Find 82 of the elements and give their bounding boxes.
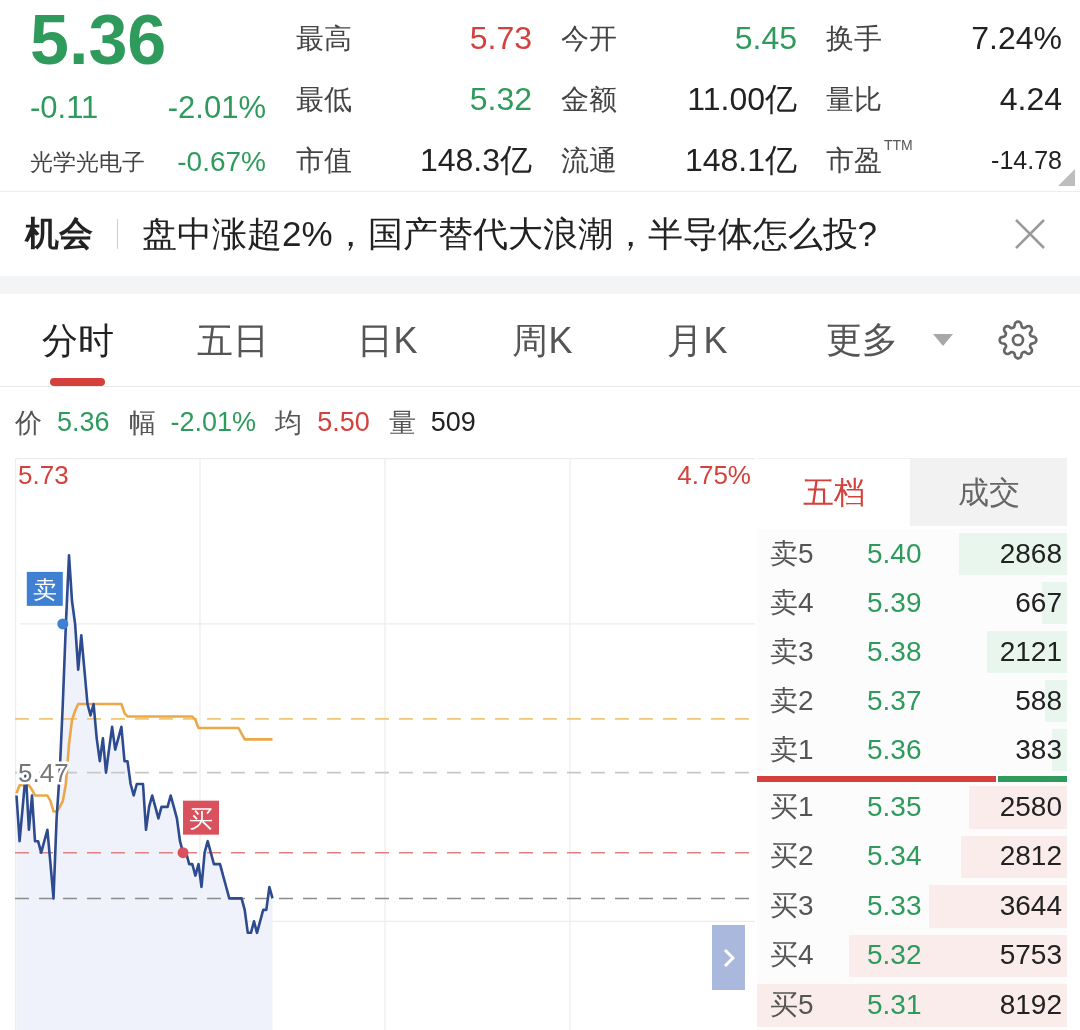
more-button[interactable]: 更多 <box>826 294 953 386</box>
order-price: 5.34 <box>867 840 922 873</box>
stat-value: 4.24 <box>999 81 1062 118</box>
level-label: 卖2 <box>769 683 815 718</box>
readout-value: -2.01% <box>170 407 257 438</box>
order-volume: 5753 <box>999 939 1063 972</box>
series-label: 买 <box>189 804 214 832</box>
stat-label: 今开 <box>561 21 617 56</box>
order-volume: 667 <box>1015 586 1063 619</box>
order-price: 5.31 <box>867 988 922 1021</box>
level-label: 买2 <box>769 839 815 874</box>
readout-label: 幅 <box>128 406 156 440</box>
period-tab[interactable]: 周K <box>465 294 620 386</box>
stat-value: 5.32 <box>469 81 532 118</box>
last-price: 5.36 <box>30 8 167 72</box>
order-volume: 3644 <box>999 889 1063 922</box>
level-label: 卖3 <box>769 634 815 669</box>
level-label: 买4 <box>769 938 815 973</box>
stat-label: 金额 <box>561 82 617 117</box>
close-icon[interactable] <box>1015 219 1045 249</box>
order-price: 5.32 <box>867 939 922 972</box>
level-label: 买3 <box>769 888 815 923</box>
level-label: 卖5 <box>769 536 815 571</box>
corner-triangle-icon <box>1058 169 1075 186</box>
level-label: 买1 <box>769 789 815 824</box>
order-volume: 2121 <box>999 635 1063 668</box>
order-price: 5.33 <box>867 889 922 922</box>
headline-link[interactable]: 盘中涨超2%，国产替代大浪潮，半导体怎么投? <box>142 210 878 258</box>
order-volume: 2812 <box>999 840 1063 873</box>
stat-label: 最高 <box>296 21 352 56</box>
sector-change: -0.67% <box>177 146 266 178</box>
stat-label: 量比 <box>826 82 882 117</box>
period-tab[interactable]: 日K <box>310 294 465 386</box>
stat-value: 5.73 <box>469 20 532 57</box>
opportunity-tag: 机会 <box>25 211 93 257</box>
stat-label: 流通 <box>561 143 617 178</box>
stat-value: 148.3亿 <box>419 140 532 180</box>
period-tab[interactable]: 五日 <box>155 294 310 386</box>
period-tab[interactable]: 分时 <box>0 294 155 386</box>
order-volume: 383 <box>1015 733 1063 766</box>
settings-icon[interactable] <box>998 320 1038 360</box>
readout-value: 5.50 <box>317 407 370 438</box>
readout-value: 5.36 <box>57 407 110 438</box>
price-change: -0.11 <box>30 90 99 126</box>
level-label: 卖4 <box>769 585 815 620</box>
stat-value: 148.1亿 <box>684 140 797 180</box>
sector-name: 光学光电子 <box>30 147 145 177</box>
order-price: 5.35 <box>867 790 922 823</box>
order-price: 5.37 <box>867 684 922 717</box>
stat-label: 换手 <box>826 21 882 56</box>
stat-value: 11.00亿 <box>687 79 797 119</box>
order-volume: 588 <box>1015 684 1063 717</box>
series-label: 卖 <box>32 575 57 603</box>
stat-label: 最低 <box>296 82 352 117</box>
order-price: 5.39 <box>867 586 922 619</box>
stat-value: 5.45 <box>734 20 797 57</box>
trade-flag: 买 <box>183 800 220 835</box>
percent-axis-label: 4.75% <box>677 460 751 491</box>
order-book-tab[interactable]: 成交 <box>910 459 1067 526</box>
axis-label: 5.73 <box>18 460 69 491</box>
order-volume: 2580 <box>999 790 1063 823</box>
order-volume: 2868 <box>999 537 1063 570</box>
stat-value: 7.24% <box>971 20 1062 57</box>
order-price: 5.40 <box>867 537 922 570</box>
stat-label: 市盈$^{TTM}$ <box>826 141 913 178</box>
level-label: 卖1 <box>769 732 815 767</box>
stat-label: 市值 <box>296 143 352 178</box>
level-label: 买5 <box>769 987 815 1022</box>
order-price: 5.38 <box>867 635 922 668</box>
readout-value: 509 <box>430 407 476 438</box>
readout-label: 量 <box>388 406 416 440</box>
order-price: 5.36 <box>867 733 922 766</box>
readout-label: 均 <box>275 406 303 440</box>
collapse-button[interactable] <box>712 925 745 990</box>
chevron-right-icon <box>722 947 735 968</box>
trade-flag: 卖 <box>26 571 63 606</box>
stat-value: -14.78 <box>991 146 1062 175</box>
change-percent: -2.01% <box>167 90 266 126</box>
order-volume: 8192 <box>999 988 1063 1021</box>
readout-label: 价 <box>15 406 42 440</box>
caret-down-icon <box>933 334 953 346</box>
period-tab[interactable]: 月K <box>620 294 775 386</box>
